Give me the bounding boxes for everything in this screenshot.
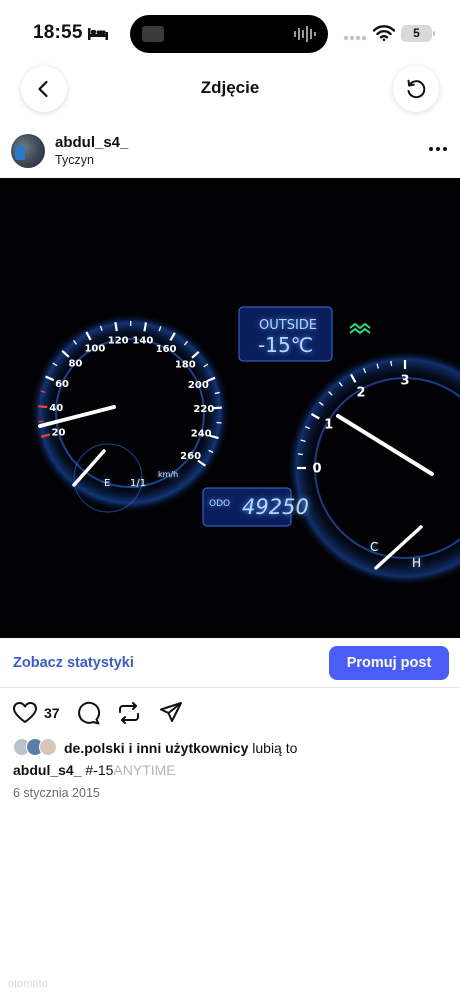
temp-hot-label: H: [412, 556, 422, 570]
dashboard-photo: 20 40 60 80100120 140160 180 200 220 240 260 0 1 2 3: [0, 178, 460, 638]
speedometer-numeral: 100: [84, 343, 105, 354]
post-actions: 37: [0, 698, 460, 730]
others-link[interactable]: i inni użytkownicy: [129, 740, 249, 756]
battery-cap: [433, 31, 435, 36]
tachometer-numeral: 0: [312, 462, 321, 477]
speedometer-numeral: 160: [156, 344, 177, 355]
heart-icon[interactable]: [12, 700, 38, 726]
promote-post-button[interactable]: Promuj post: [329, 646, 449, 680]
speedometer-numeral: 40: [49, 403, 63, 414]
dynamic-island: [130, 15, 328, 53]
post-date: 6 stycznia 2015: [13, 786, 100, 800]
post-caption: abdul_s4_ #-15ANYTIME: [13, 762, 176, 778]
comment-icon[interactable]: [75, 700, 101, 726]
speedometer-numeral: 20: [52, 428, 66, 439]
avatar[interactable]: [11, 134, 45, 168]
speedometer-numeral: 140: [132, 336, 153, 347]
post-header: abdul_s4_ Tyczyn: [0, 126, 460, 176]
tachometer-numeral: 2: [356, 385, 365, 400]
speed-unit: km/h: [158, 470, 179, 479]
caption-hashtag[interactable]: #-15: [85, 762, 113, 778]
watermark-text: otomoto: [8, 978, 48, 990]
more-options-icon[interactable]: [428, 146, 448, 152]
likes-suffix: lubią to: [252, 740, 298, 756]
liked-by-text: de.polski i inni użytkownicy lubią to: [64, 740, 297, 756]
tachometer-tick: [390, 360, 393, 366]
page-title: Zdjęcie: [200, 78, 260, 97]
fuel-empty-label: E: [104, 478, 111, 489]
audio-waveform-icon: [294, 26, 316, 42]
share-icon[interactable]: [158, 700, 184, 726]
post-username[interactable]: abdul_s4_: [55, 134, 128, 151]
speedometer-numeral: 120: [108, 335, 129, 346]
speedometer-tick: [38, 405, 48, 409]
bed-icon: [88, 28, 108, 40]
like-count[interactable]: 37: [44, 705, 60, 721]
clock-time: 18:55: [33, 22, 83, 43]
speedometer-numeral: 260: [180, 451, 201, 462]
speedometer-numeral: 180: [175, 359, 196, 370]
status-bar: 18:55 5: [0, 0, 460, 64]
caption-username[interactable]: abdul_s4_: [13, 762, 81, 778]
app-thumbnail-icon: [142, 26, 164, 42]
repost-icon[interactable]: [116, 700, 142, 726]
post-photo[interactable]: 20 40 60 80 100 120 140 160 180 200 220 240 260 0 1 2 3…: [0, 178, 460, 638]
cellular-signal-icon: [343, 35, 367, 41]
odometer-label: ODO: [209, 499, 231, 509]
liker-username[interactable]: de.polski: [64, 740, 125, 756]
fuel-full-label: 1/1: [130, 478, 147, 489]
refresh-icon: [407, 79, 426, 99]
battery-indicator: 5: [401, 25, 432, 42]
outside-temperature: -15℃: [258, 333, 314, 357]
outside-label: OUTSIDE: [259, 318, 317, 333]
odometer-value: 49250: [242, 495, 309, 519]
speedometer-numeral: 60: [55, 379, 69, 390]
speedometer-numeral: 80: [68, 359, 82, 370]
navigation-header: Zdjęcie: [0, 64, 460, 114]
wifi-icon: [373, 25, 395, 41]
liker-avatar: [39, 738, 57, 756]
speedometer-numeral: 200: [188, 380, 209, 391]
view-insights-link[interactable]: Zobacz statystyki: [13, 655, 134, 671]
insights-row: Zobacz statystyki Promuj post: [0, 638, 460, 688]
speedometer-tick: [114, 321, 118, 332]
tachometer-tick: [297, 453, 303, 456]
temp-cold-label: C: [370, 540, 379, 554]
tachometer-numeral: 1: [324, 418, 333, 433]
liked-by-row[interactable]: de.polski i inni użytkownicy lubią to: [13, 738, 453, 758]
caption-faded-text: ANYTIME: [113, 762, 176, 778]
refresh-button[interactable]: [393, 66, 439, 112]
speedometer-numeral: 240: [191, 429, 212, 440]
post-location[interactable]: Tyczyn: [55, 153, 94, 167]
speedometer-numeral: 220: [193, 404, 214, 415]
speedometer-tick: [216, 421, 222, 424]
speedometer-tick: [143, 322, 148, 332]
tachometer-numeral: 3: [400, 374, 409, 389]
